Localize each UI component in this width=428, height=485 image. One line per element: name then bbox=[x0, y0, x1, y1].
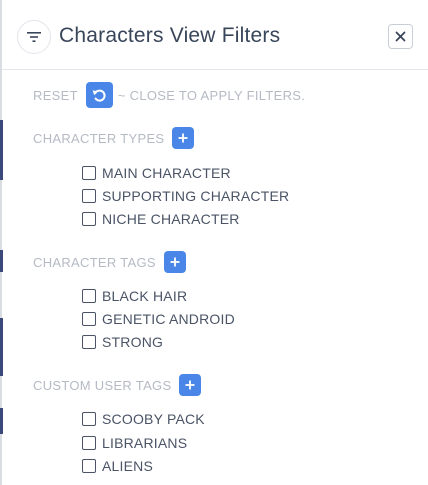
plus-icon bbox=[185, 380, 195, 390]
left-edge-marker bbox=[0, 408, 3, 434]
checkbox[interactable] bbox=[82, 335, 96, 349]
option-label: MAIN CHARACTER bbox=[102, 165, 231, 181]
option-black-hair[interactable]: BLACK HAIR bbox=[82, 287, 187, 305]
option-label: LIBRARIANS bbox=[102, 435, 188, 451]
checkbox[interactable] bbox=[82, 412, 96, 426]
option-main-character[interactable]: MAIN CHARACTER bbox=[82, 164, 231, 182]
filters-panel: Characters View Filters RESET ~ CLOSE TO… bbox=[0, 0, 428, 485]
option-label: STRONG bbox=[102, 334, 164, 350]
option-aliens[interactable]: ALIENS bbox=[82, 457, 153, 475]
reset-label: RESET bbox=[33, 87, 78, 103]
filter-icon bbox=[27, 32, 41, 42]
panel-header: Characters View Filters bbox=[2, 0, 428, 70]
plus-icon bbox=[178, 133, 188, 143]
section-title-label: CHARACTER TYPES bbox=[33, 130, 165, 146]
option-strong[interactable]: STRONG bbox=[82, 333, 163, 351]
left-edge-marker bbox=[0, 318, 3, 376]
filter-button[interactable] bbox=[17, 20, 51, 54]
checkbox[interactable] bbox=[82, 212, 96, 226]
add-character-type-button[interactable] bbox=[172, 127, 195, 149]
checkbox[interactable] bbox=[82, 289, 96, 303]
checkbox[interactable] bbox=[82, 312, 96, 326]
reset-button[interactable] bbox=[85, 82, 113, 108]
reset-hint: ~ CLOSE TO APPLY FILTERS. bbox=[117, 87, 306, 103]
option-label: SCOOBY PACK bbox=[102, 411, 205, 427]
option-label: GENETIC ANDROID bbox=[102, 311, 235, 327]
plus-icon bbox=[170, 257, 180, 267]
section-title-character-tags: CHARACTER TAGS bbox=[33, 251, 186, 273]
undo-icon bbox=[92, 89, 106, 102]
close-icon bbox=[395, 31, 406, 42]
option-label: NICHE CHARACTER bbox=[102, 211, 240, 227]
section-title-label: CUSTOM USER TAGS bbox=[33, 377, 172, 393]
option-supporting-character[interactable]: SUPPORTING CHARACTER bbox=[82, 187, 289, 205]
section-title-label: CHARACTER TAGS bbox=[33, 254, 156, 270]
section-title-custom-user-tags: CUSTOM USER TAGS bbox=[33, 374, 202, 396]
option-scooby-pack[interactable]: SCOOBY PACK bbox=[82, 410, 205, 428]
option-label: SUPPORTING CHARACTER bbox=[102, 188, 290, 204]
option-librarians[interactable]: LIBRARIANS bbox=[82, 434, 187, 452]
checkbox[interactable] bbox=[82, 189, 96, 203]
checkbox[interactable] bbox=[82, 459, 96, 473]
left-edge-marker bbox=[0, 120, 3, 180]
option-label: BLACK HAIR bbox=[102, 288, 188, 304]
option-label: ALIENS bbox=[102, 458, 153, 474]
option-niche-character[interactable]: NICHE CHARACTER bbox=[82, 210, 240, 228]
option-genetic-android[interactable]: GENETIC ANDROID bbox=[82, 310, 235, 328]
add-character-tag-button[interactable] bbox=[163, 251, 186, 273]
left-edge-marker bbox=[0, 250, 3, 272]
panel-title: Characters View Filters bbox=[59, 24, 281, 47]
checkbox[interactable] bbox=[82, 436, 96, 450]
section-title-character-types: CHARACTER TYPES bbox=[33, 127, 195, 149]
close-button[interactable] bbox=[388, 24, 413, 49]
checkbox[interactable] bbox=[82, 166, 96, 180]
reset-row: RESET ~ CLOSE TO APPLY FILTERS. bbox=[33, 82, 305, 108]
add-custom-user-tag-button[interactable] bbox=[179, 374, 202, 396]
